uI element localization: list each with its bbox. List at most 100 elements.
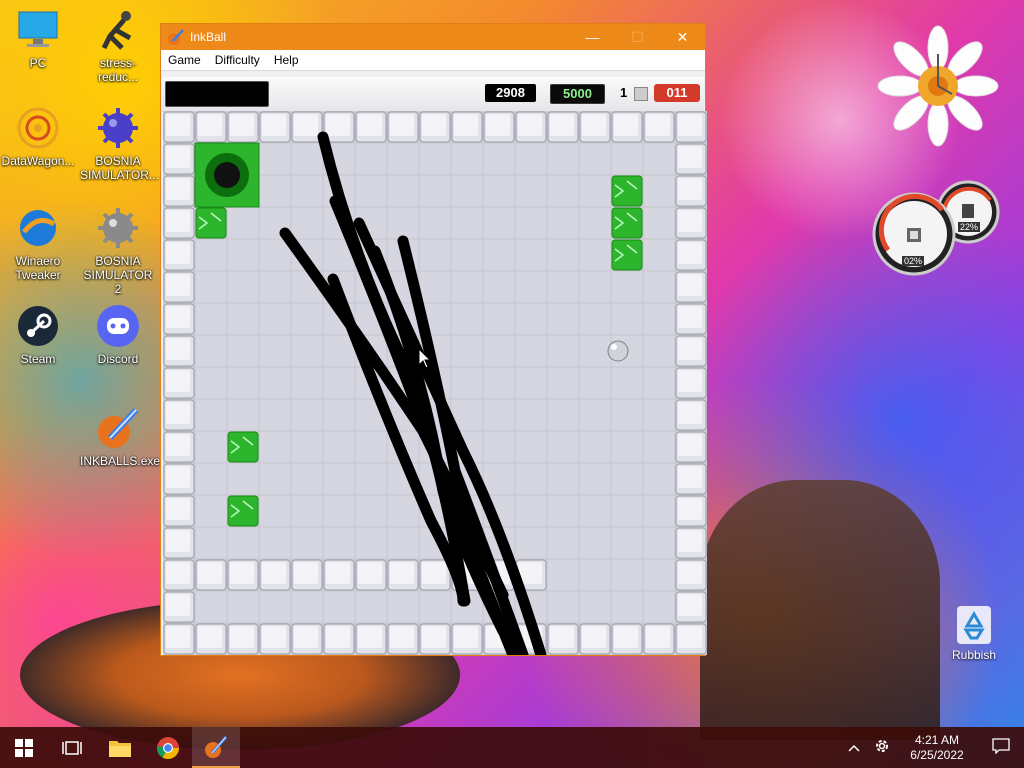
desktop-icon-discord[interactable]: Discord: [80, 304, 156, 366]
desktop-icon-label: BOSNIA SIMULATOR...: [80, 154, 159, 182]
desktop-icon-label: stress-reduc...: [97, 56, 139, 84]
wall-block: [355, 559, 387, 591]
wall-block: [675, 559, 707, 591]
clock-gadget[interactable]: [876, 24, 1000, 148]
green-block: [195, 207, 227, 239]
wall-block: [163, 239, 195, 271]
wall-block: [515, 111, 547, 143]
desktop-icon-winaero-tweaker[interactable]: Winaero Tweaker: [0, 206, 76, 282]
board-canvas[interactable]: [163, 111, 707, 655]
wall-block: [579, 111, 611, 143]
folder-icon: [109, 740, 131, 757]
silver-ball: [607, 340, 629, 362]
taskbar-file-explorer[interactable]: [96, 727, 144, 768]
wall-block: [163, 335, 195, 367]
wall-block: [163, 591, 195, 623]
wall-block: [643, 111, 675, 143]
maximize-button[interactable]: ☐: [615, 24, 660, 50]
menu-bar: Game Difficulty Help: [161, 50, 705, 71]
wall-block: [387, 111, 419, 143]
title-bar[interactable]: InkBall — ☐ ✕: [161, 24, 705, 50]
wall-block: [483, 111, 515, 143]
desktop-icon-inkballs[interactable]: INKBALLS.exe: [80, 406, 160, 468]
wall-block: [675, 463, 707, 495]
wall-block: [675, 271, 707, 303]
desktop-icon-steam[interactable]: Steam: [0, 304, 76, 366]
window-title: InkBall: [190, 30, 227, 44]
gear-icon: [876, 740, 888, 752]
settings-tray-button[interactable]: [868, 738, 896, 757]
show-hidden-icons-button[interactable]: [840, 741, 868, 755]
wall-block: [259, 623, 291, 655]
desktop-icon-bosnia-simulator[interactable]: BOSNIA SIMULATOR...: [80, 106, 159, 182]
start-button[interactable]: [0, 727, 48, 768]
cpu-meter-gadget[interactable]: 02% 22%: [872, 178, 1002, 278]
wall-block: [675, 399, 707, 431]
task-view-button[interactable]: [48, 727, 96, 768]
wall-block: [291, 111, 323, 143]
chevron-up-icon: [848, 744, 860, 752]
wall-block: [163, 271, 195, 303]
inkball-icon: [96, 406, 140, 450]
inkball-icon: [205, 735, 228, 758]
timer-display: [165, 81, 269, 107]
close-button[interactable]: ✕: [660, 24, 705, 50]
wall-block: [195, 559, 227, 591]
level-indicator-icon: [634, 87, 648, 101]
menu-help[interactable]: Help: [267, 53, 306, 67]
game-status-bar: 2908 5000 1 011: [162, 77, 704, 112]
wall-block: [163, 207, 195, 239]
menu-game[interactable]: Game: [161, 53, 208, 67]
desktop-icon-label: BOSNIA SIMULATOR 2: [83, 254, 153, 296]
windows-icon: [15, 738, 33, 757]
wall-block: [451, 111, 483, 143]
balls-remaining: 011: [654, 84, 700, 102]
wall-block: [419, 111, 451, 143]
wall-block: [259, 559, 291, 591]
wall-block: [387, 623, 419, 655]
winaero-icon: [16, 206, 60, 250]
wall-block: [323, 559, 355, 591]
recycle-bin-icon: [957, 606, 991, 644]
cpu-meter-value: 02%: [902, 256, 925, 266]
menu-difficulty[interactable]: Difficulty: [208, 53, 267, 67]
wall-block: [611, 623, 643, 655]
wall-block: [675, 175, 707, 207]
taskbar-inkball[interactable]: [192, 727, 240, 768]
desktop-icon-pc[interactable]: PC: [0, 8, 76, 70]
goal-score: 5000: [550, 84, 605, 104]
desktop-icon-recycle-bin[interactable]: Rubbish: [948, 606, 1000, 662]
recycle-bin-label: Rubbish: [951, 648, 997, 662]
spiked-ball-icon: [96, 206, 140, 250]
wall-block: [675, 591, 707, 623]
action-center-button[interactable]: [978, 738, 1024, 757]
green-block: [227, 495, 259, 527]
wallpaper-figure: [700, 480, 940, 740]
wall-block: [451, 623, 483, 655]
desktop-icon-label: Winaero Tweaker: [15, 254, 61, 282]
clock-time: 4:21 AM: [914, 732, 960, 747]
wall-block: [419, 623, 451, 655]
desktop-icon-bosnia-simulator-2[interactable]: BOSNIA SIMULATOR 2: [80, 206, 156, 296]
task-view-icon: [62, 740, 82, 755]
desktop-icon-label: DataWagon...: [1, 154, 75, 168]
wall-block: [547, 111, 579, 143]
desktop-icon-stress-reducer[interactable]: stress-reduc...: [80, 8, 156, 84]
desktop-icon-label: Discord: [97, 352, 139, 366]
wall-block: [355, 623, 387, 655]
clock[interactable]: 4:21 AM 6/25/2022: [896, 733, 978, 763]
wall-block: [675, 431, 707, 463]
minimize-button[interactable]: —: [570, 24, 615, 50]
game-board[interactable]: [163, 111, 707, 655]
wall-block: [291, 623, 323, 655]
wall-block: [163, 143, 195, 175]
wall-block: [227, 623, 259, 655]
desktop-icon-datawagon[interactable]: DataWagon...: [0, 106, 76, 168]
wall-block: [195, 111, 227, 143]
wall-block: [163, 463, 195, 495]
wall-block: [675, 527, 707, 559]
taskbar-chrome[interactable]: [144, 727, 192, 768]
current-score: 2908: [485, 84, 536, 102]
wall-block: [675, 623, 707, 655]
wall-block: [163, 623, 195, 655]
